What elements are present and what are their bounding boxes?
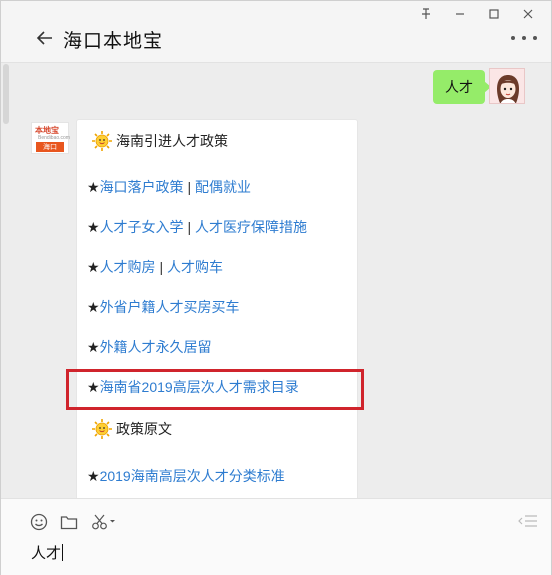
list-item: ★海口落户政策 | 配偶就业 [87, 177, 251, 197]
star-icon: ★ [87, 299, 100, 315]
message-input[interactable]: 人才 [31, 542, 64, 563]
section-title-label: 政策原文 [116, 421, 172, 437]
link-children-school[interactable]: 人才子女入学 [100, 219, 184, 235]
title-bar: 海口本地宝 [1, 1, 551, 63]
close-icon[interactable] [511, 5, 545, 23]
account-avatar[interactable]: 本地宝 Bendibao.com 海口 [31, 122, 70, 154]
list-item: ★外省户籍人才买房买车 [87, 297, 240, 317]
text-caret [62, 544, 64, 561]
list-item: ★人才购房 | 人才购车 [87, 257, 223, 277]
scissors-icon[interactable] [90, 513, 118, 531]
list-item: ★2019海南高层次人才分类标准 [87, 466, 285, 486]
star-icon: ★ [87, 179, 100, 195]
link-hukou-policy[interactable]: 海口落户政策 [100, 179, 184, 195]
list-item: ★人才子女入学 | 人才医疗保障措施 [87, 217, 307, 237]
chat-title: 海口本地宝 [63, 31, 164, 52]
link-talent-house[interactable]: 人才购房 [100, 259, 156, 275]
sun-emoji-icon [91, 418, 113, 440]
pin-icon[interactable] [409, 5, 443, 23]
link-2019-talent-standard[interactable]: 2019海南高层次人才分类标准 [100, 468, 285, 484]
link-talent-car[interactable]: 人才购车 [167, 259, 223, 275]
star-icon: ★ [87, 339, 100, 355]
link-spouse-employment[interactable]: 配偶就业 [195, 179, 251, 195]
star-icon: ★ [87, 219, 100, 235]
message-composer: 人才 [1, 498, 551, 575]
more-options-icon[interactable] [511, 31, 537, 45]
scrollbar[interactable] [3, 64, 9, 124]
chat-history[interactable]: 人才 本地宝 Bendibao.com 海口 海南引进人才政策 ★海口落户政策 … [1, 64, 551, 498]
window-controls [409, 5, 545, 23]
send-menu-icon[interactable] [517, 513, 539, 529]
wechat-window: 海口本地宝 人才 本地宝 Bendibao.com 海口 海南引进人才政策 ★海… [0, 0, 552, 575]
separator: | [187, 179, 192, 195]
section-title-original: 政策原文 [91, 418, 172, 440]
separator: | [159, 259, 164, 275]
section-title-label: 海南引进人才政策 [116, 133, 228, 149]
folder-icon[interactable] [59, 513, 79, 531]
star-icon: ★ [87, 259, 100, 275]
link-medical-security[interactable]: 人才医疗保障措施 [195, 219, 307, 235]
star-icon: ★ [87, 468, 100, 484]
section-title-policy: 海南引进人才政策 [91, 130, 228, 152]
link-out-of-province-talent[interactable]: 外省户籍人才买房买车 [100, 299, 240, 315]
separator: | [187, 219, 192, 235]
minimize-icon[interactable] [443, 5, 477, 23]
account-city-tag: 海口 [36, 142, 64, 152]
my-avatar[interactable] [489, 68, 525, 104]
back-arrow-icon[interactable] [35, 27, 55, 49]
emoji-icon[interactable] [29, 513, 49, 531]
red-highlight-box [66, 369, 364, 410]
policy-message-card: 海南引进人才政策 ★海口落户政策 | 配偶就业 ★人才子女入学 | 人才医疗保障… [76, 119, 358, 498]
account-logo-subtext: Bendibao.com [38, 135, 70, 141]
my-message-bubble[interactable]: 人才 [433, 70, 491, 104]
maximize-icon[interactable] [477, 5, 511, 23]
sun-emoji-icon [91, 130, 113, 152]
link-foreign-permanent-residence[interactable]: 外籍人才永久居留 [100, 339, 212, 355]
message-input-value: 人才 [31, 545, 62, 562]
list-item: ★外籍人才永久居留 [87, 337, 212, 357]
